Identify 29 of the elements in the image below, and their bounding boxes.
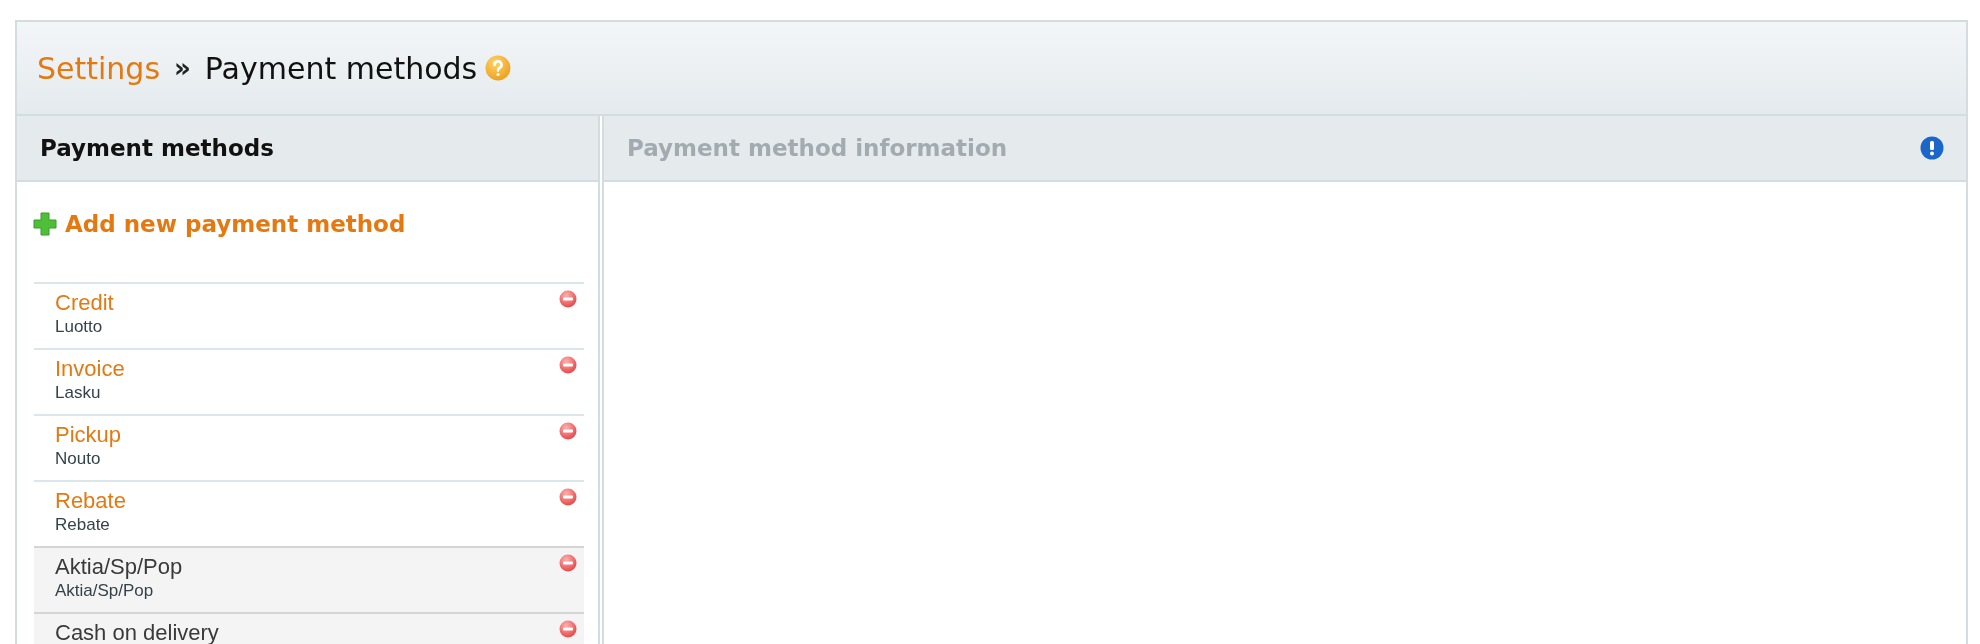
method-name: Credit [55,290,114,316]
payment-method-item[interactable]: Credit Luotto [34,282,584,348]
remove-icon[interactable] [559,620,577,638]
method-name: Rebate [55,488,126,514]
payment-method-item[interactable]: Pickup Nouto [34,414,584,480]
method-subtitle: Lasku [55,382,102,404]
remove-icon[interactable] [559,290,577,308]
help-icon[interactable] [485,55,512,81]
payment-method-item[interactable]: Aktia/Sp/Pop Aktia/Sp/Pop [34,546,584,612]
remove-icon[interactable] [559,422,577,440]
panel-title: Payment method information [627,135,1008,161]
breadcrumb-separator: » [174,53,191,83]
method-name: Cash on delivery [55,620,219,644]
remove-icon[interactable] [559,356,577,374]
method-name: Pickup [55,422,122,448]
method-subtitle: Luotto [55,316,104,338]
payment-method-item[interactable]: Cash on delivery [34,612,584,644]
info-icon[interactable] [1920,136,1944,160]
method-subtitle: Aktia/Sp/Pop [55,580,155,602]
remove-icon[interactable] [559,488,577,506]
remove-icon[interactable] [559,554,577,572]
payment-method-item[interactable]: Invoice Lasku [34,348,584,414]
panel-title: Payment methods [40,135,274,161]
method-name: Aktia/Sp/Pop [55,554,183,580]
method-name: Invoice [55,356,125,382]
method-subtitle: Rebate [55,514,111,536]
plus-icon[interactable] [33,212,57,236]
method-subtitle: Nouto [55,448,102,470]
page-title: Payment methods [204,50,478,86]
